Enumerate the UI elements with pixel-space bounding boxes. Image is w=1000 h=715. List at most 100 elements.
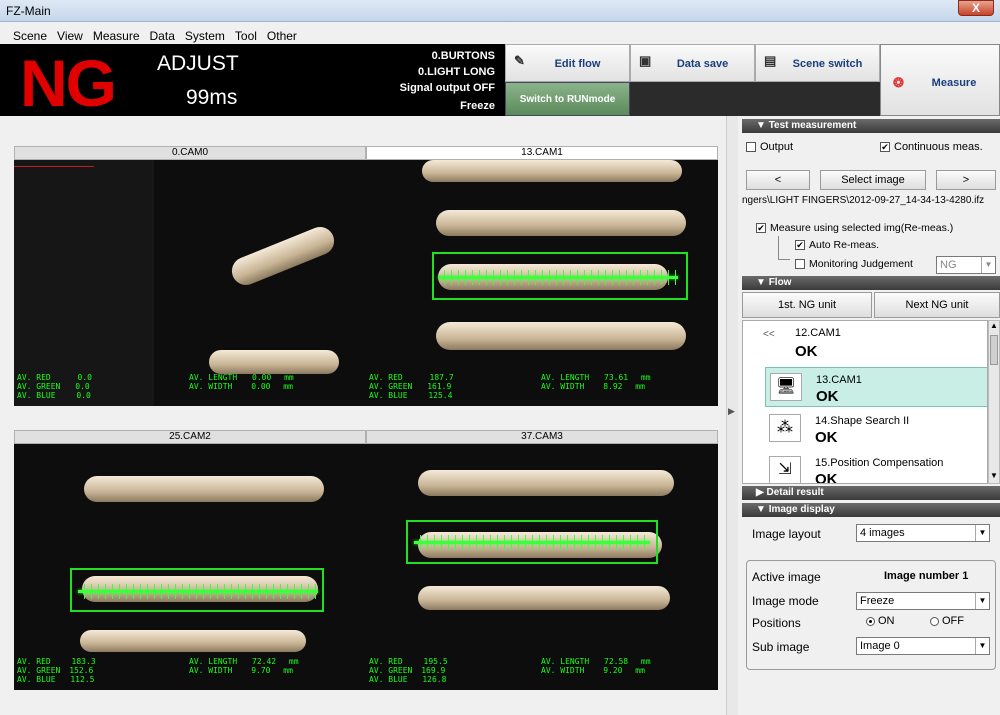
positions-on-radio[interactable]: ON: [866, 615, 895, 627]
checkbox-checked[interactable]: ✔: [756, 223, 766, 234]
flow-item[interactable]: ⁂ 14.Shape Search II OK: [765, 409, 987, 449]
menu-other[interactable]: Other: [262, 28, 302, 44]
measurement-tick: [287, 584, 288, 599]
measurement-tick: [315, 584, 316, 599]
sub-image-select[interactable]: Image 0 ▼: [856, 637, 990, 655]
checkbox-checked[interactable]: ✔: [795, 240, 805, 251]
workpiece: [227, 222, 339, 290]
measure-button[interactable]: ❂ Measure: [880, 44, 1000, 116]
monitoring-judgement-select[interactable]: NG ▼: [936, 256, 996, 274]
flow-item-selected[interactable]: 🖥 13.CAM1 OK: [765, 367, 987, 407]
measurement-tick: [280, 584, 281, 599]
measurement-line: [438, 270, 678, 285]
edit-flow-label: Edit flow: [554, 58, 601, 70]
menu-data[interactable]: Data: [145, 28, 180, 44]
overlay-green-0: AV. GREEN 0.0: [17, 382, 90, 391]
switch-to-runmode-button[interactable]: Switch to RUNmode: [505, 82, 630, 116]
detail-result-header[interactable]: ▶ Detail result: [742, 486, 1000, 500]
image-display-header[interactable]: ▼ Image display: [742, 503, 1000, 517]
flow-item[interactable]: ⇲ 15.Position Compensation OK: [765, 451, 987, 483]
measurement-line: [414, 535, 650, 550]
measurement-tick: [532, 535, 533, 550]
camera-view-1[interactable]: AV. RED 187.7 AV. GREEN 161.9 AV. BLUE 1…: [366, 160, 718, 406]
flow-scrollbar[interactable]: ▲ ▼: [988, 320, 1000, 484]
camera-view-3[interactable]: AV. RED 195.5 AV. GREEN 169.9 AV. BLUE 1…: [366, 444, 718, 690]
measurement-tick: [119, 584, 120, 599]
menu-system[interactable]: System: [180, 28, 230, 44]
image-mode-select[interactable]: Freeze ▼: [856, 592, 990, 610]
measurement-tick: [91, 584, 92, 599]
measurement-tick: [294, 584, 295, 599]
measurement-tick: [514, 270, 515, 285]
close-button[interactable]: X: [958, 0, 994, 16]
measurement-tick: [486, 270, 487, 285]
camera-view-0[interactable]: AV. RED 0.0 AV. GREEN 0.0 AV. BLUE 0.0 A…: [14, 160, 366, 406]
detail-result-title: Detail result: [766, 487, 824, 498]
scene-switch-button[interactable]: ▤ Scene switch: [755, 44, 880, 82]
measurement-tick: [217, 584, 218, 599]
panel-splitter[interactable]: ▶: [726, 116, 738, 715]
remeasure-checkbox[interactable]: ✔ Measure using selected img(Re-meas.): [756, 222, 953, 234]
radio-selected[interactable]: [866, 616, 875, 626]
measurement-tick: [182, 584, 183, 599]
measurement-tick: [591, 270, 592, 285]
menu-measure[interactable]: Measure: [88, 28, 145, 44]
menu-scene[interactable]: Scene: [8, 28, 52, 44]
measurement-tick: [500, 270, 501, 285]
measurement-tick: [196, 584, 197, 599]
measurement-tick: [640, 270, 641, 285]
measurement-tick: [560, 535, 561, 550]
checkbox-checked[interactable]: ✔: [880, 142, 890, 153]
next-image-button[interactable]: >: [936, 170, 996, 190]
measurement-tick: [427, 535, 428, 550]
data-save-button[interactable]: ▣ Data save: [630, 44, 755, 82]
measurement-tick: [595, 535, 596, 550]
image-mode-label: Image mode: [752, 594, 819, 608]
measurement-tick: [644, 535, 645, 550]
scroll-down-icon[interactable]: ▼: [990, 471, 998, 480]
checkbox[interactable]: [746, 142, 756, 153]
measurement-tick: [577, 270, 578, 285]
next-ng-unit-button[interactable]: Next NG unit: [874, 292, 1000, 318]
positions-on-label: ON: [878, 615, 895, 627]
menu-tool[interactable]: Tool: [230, 28, 262, 44]
measurement-tick: [567, 535, 568, 550]
image-mode-status: Freeze: [460, 100, 495, 112]
expand-arrow-icon[interactable]: ▶: [728, 406, 735, 417]
first-ng-unit-button[interactable]: 1st. NG unit: [742, 292, 872, 318]
menu-view[interactable]: View: [52, 28, 88, 44]
select-image-button[interactable]: Select image: [820, 170, 926, 190]
active-image-value: Image number 1: [884, 570, 969, 582]
back-button[interactable]: <<: [763, 329, 775, 340]
overlay-width-2: AV. WIDTH 9.70 mm: [189, 666, 293, 675]
output-checkbox[interactable]: Output: [746, 141, 793, 153]
tree-connector: [778, 236, 790, 260]
measurement-tick: [444, 270, 445, 285]
sub-image-label: Sub image: [752, 640, 810, 654]
camera-view-2[interactable]: AV. RED 183.3 AV. GREEN 152.6 AV. BLUE 1…: [14, 444, 366, 690]
scroll-up-icon[interactable]: ▲: [990, 321, 998, 330]
measurement-tick: [633, 270, 634, 285]
continuous-meas-checkbox[interactable]: ✔ Continuous meas.: [880, 141, 983, 153]
auto-remeas-checkbox[interactable]: ✔ Auto Re-meas.: [795, 239, 879, 251]
radio[interactable]: [930, 616, 939, 626]
positions-off-radio[interactable]: OFF: [930, 615, 964, 627]
continuous-meas-label: Continuous meas.: [894, 141, 983, 153]
previous-image-button[interactable]: <: [746, 170, 810, 190]
edit-flow-button[interactable]: ✎ Edit flow: [505, 44, 630, 82]
overlay-length-0: AV. LENGTH 0.00 mm: [189, 373, 294, 382]
checkbox[interactable]: [795, 259, 805, 270]
measurement-tick: [448, 535, 449, 550]
image-layout-select[interactable]: 4 images ▼: [856, 524, 990, 542]
monitoring-judgement-checkbox[interactable]: Monitoring Judgement: [795, 258, 913, 270]
measurement-tick: [245, 584, 246, 599]
positions-label: Positions: [752, 616, 801, 630]
measurement-tick: [518, 535, 519, 550]
measurement-tick: [112, 584, 113, 599]
test-measurement-header[interactable]: ▼ Test measurement: [742, 119, 1000, 133]
mode-label: ADJUST: [157, 52, 239, 75]
flow-header[interactable]: ▼ Flow: [742, 276, 1000, 290]
measure-label: Measure: [931, 77, 977, 89]
workpiece: [436, 210, 686, 236]
scrollbar-thumb[interactable]: [990, 335, 998, 365]
